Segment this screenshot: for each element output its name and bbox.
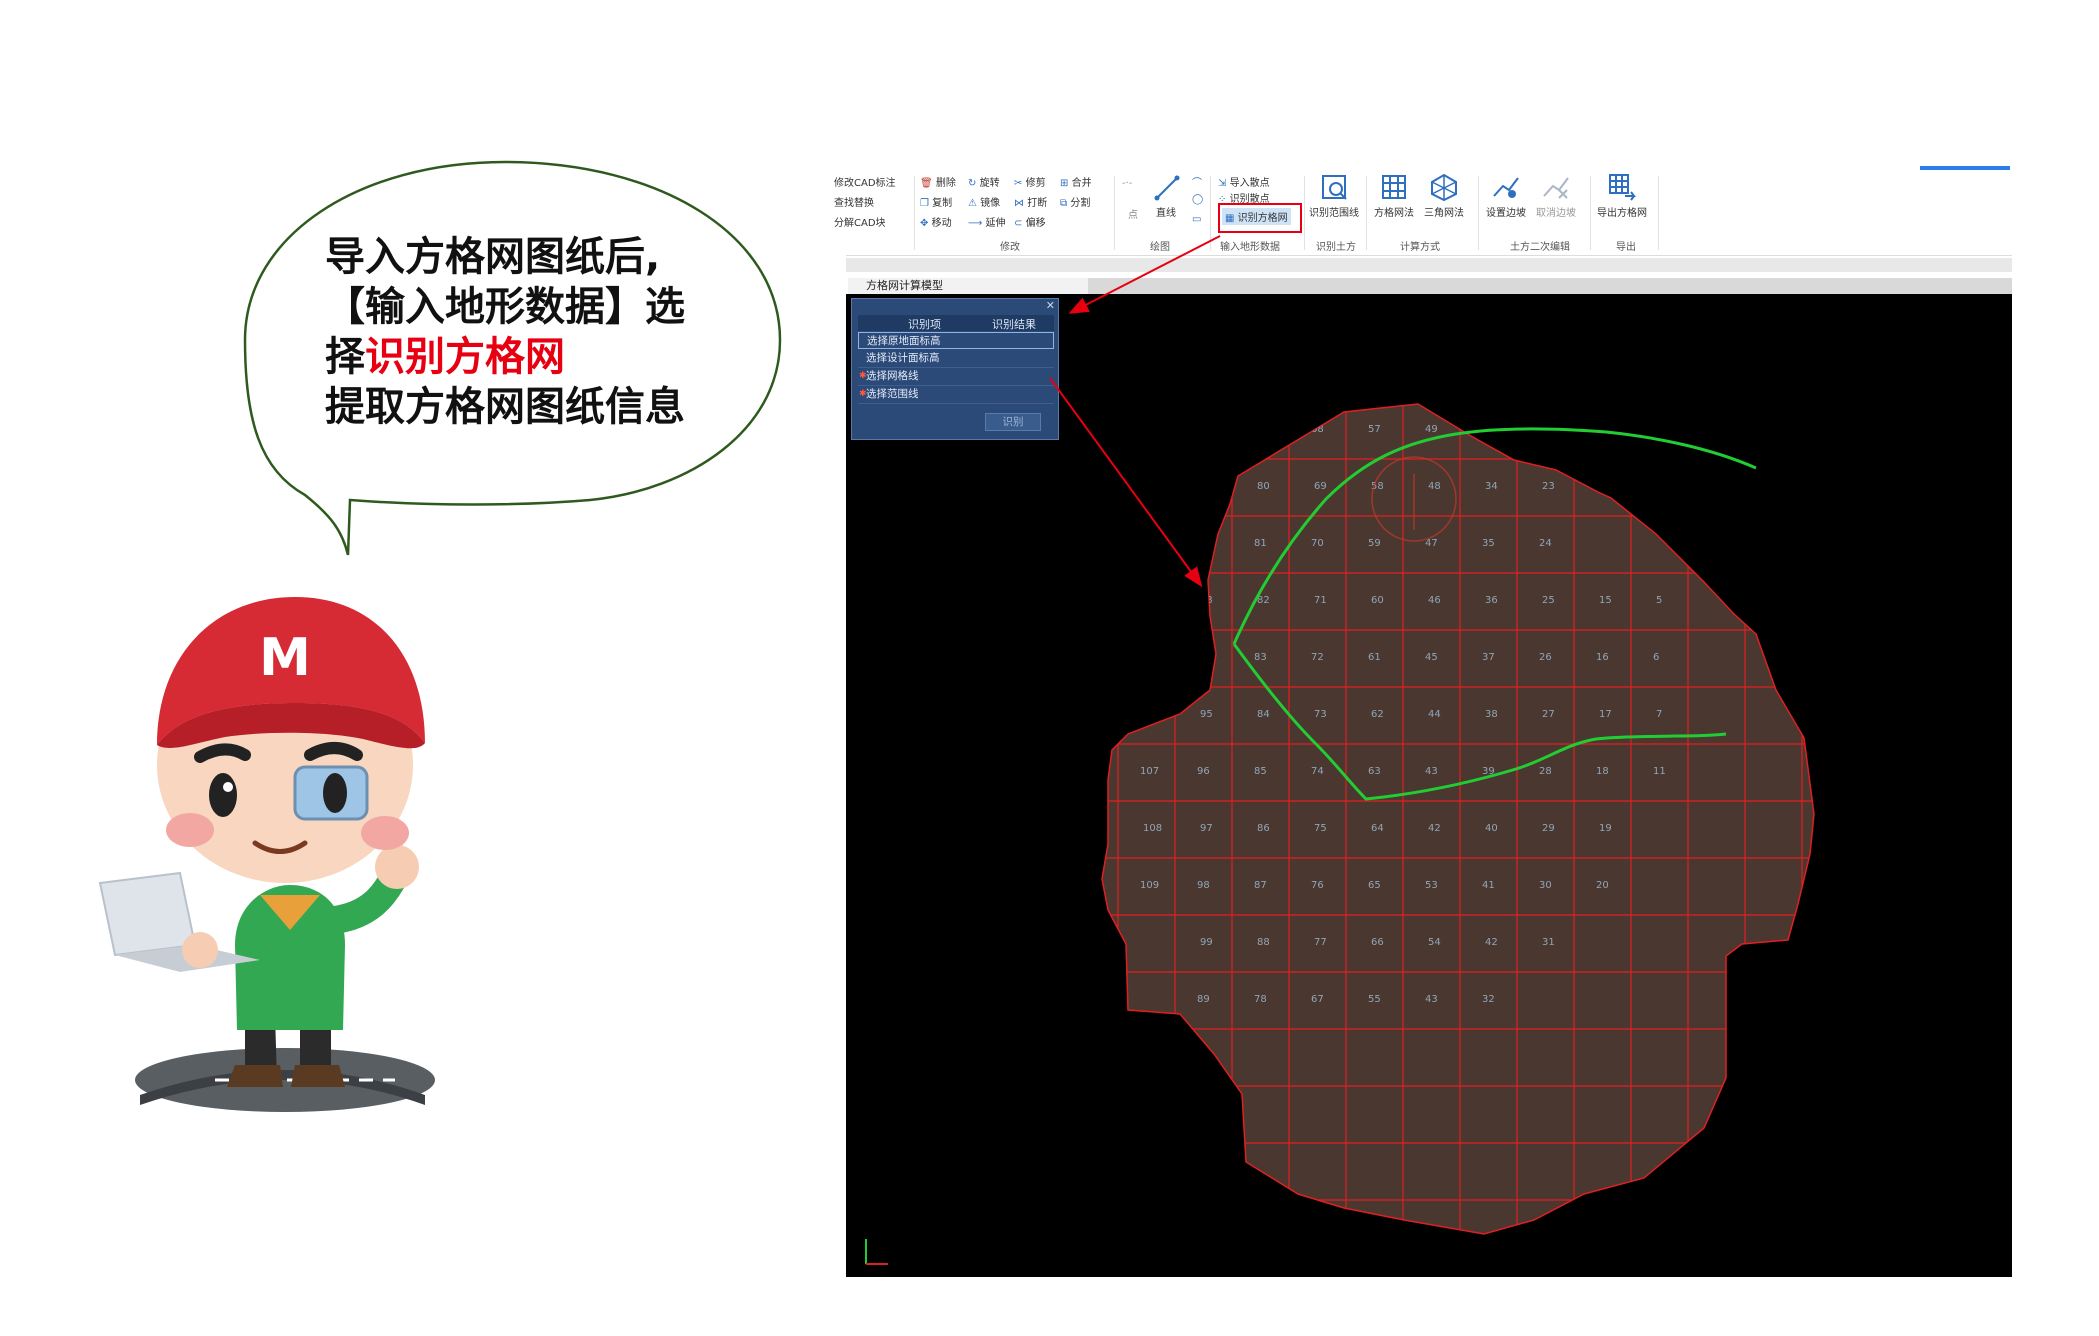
annotation-arrows	[1049, 235, 1221, 588]
arrow-to-dialog	[1068, 235, 1221, 314]
arrow-to-grid	[1049, 377, 1203, 588]
